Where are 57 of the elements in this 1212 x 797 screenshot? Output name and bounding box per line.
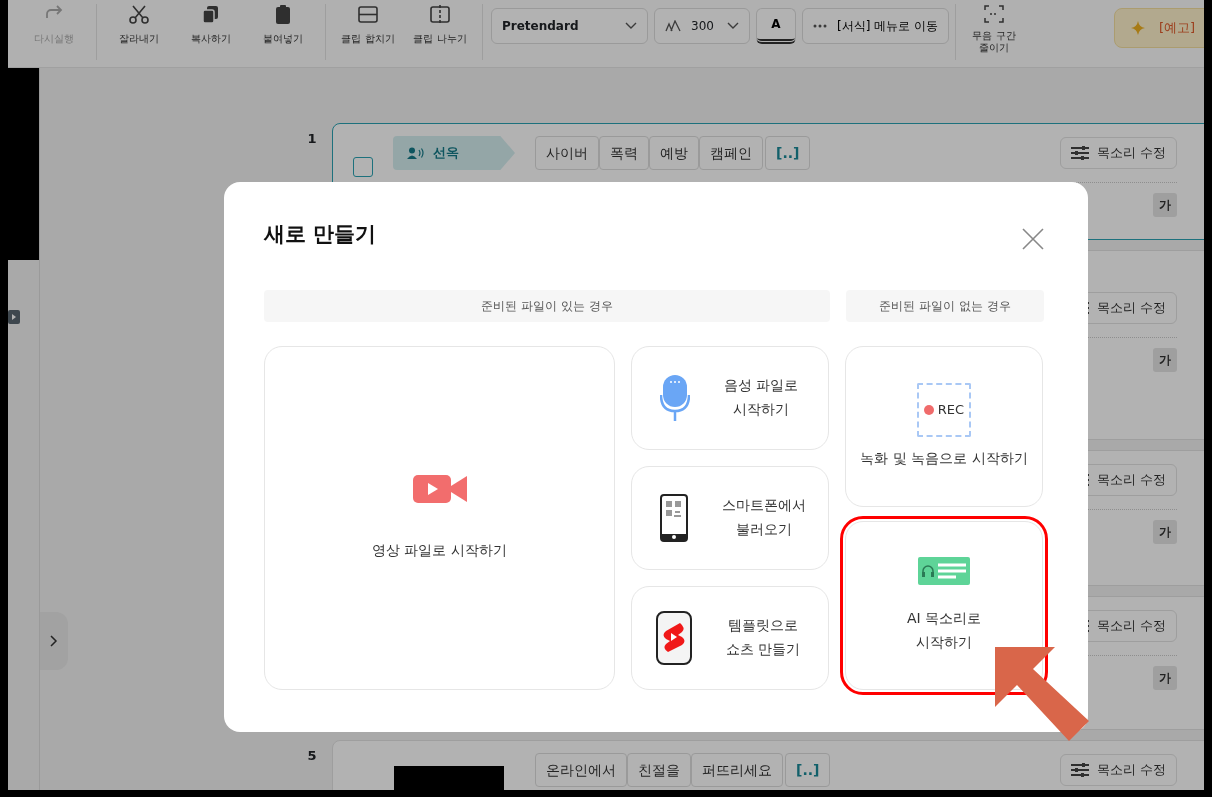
format-menu-button[interactable]: [서식] 메뉴로 이동 <box>802 8 949 44</box>
row-checkbox[interactable] <box>353 157 373 177</box>
toolbar-button[interactable]: 잘라내기 <box>103 0 175 46</box>
font-badge[interactable]: 가 <box>1153 666 1177 690</box>
word-chip[interactable]: 친절을 <box>627 753 691 787</box>
trim-silence-icon <box>983 4 1005 24</box>
word-chip[interactable]: 캠페인 <box>699 136 763 170</box>
silence-trim-button[interactable]: 무음 구간 줄이기 <box>962 0 1026 54</box>
word-chip[interactable]: 폭력 <box>599 136 649 170</box>
video-camera-icon <box>412 473 467 506</box>
play-tab-icon[interactable] <box>8 310 20 324</box>
font-size-icon <box>665 20 681 32</box>
microphone-icon <box>660 375 690 421</box>
voice-script-icon <box>918 556 970 585</box>
section-label: 준비된 파일이 없는 경우 <box>846 290 1044 322</box>
font-badge[interactable]: 가 <box>1153 348 1177 372</box>
rec-label: REC <box>937 400 965 419</box>
record-dot-icon <box>923 404 934 415</box>
close-button[interactable] <box>1022 226 1044 250</box>
more-icon <box>813 24 827 28</box>
toolbar-button[interactable]: 클립 나누기 <box>404 0 476 46</box>
qr-phone-icon <box>660 494 688 542</box>
speaker-icon <box>407 147 425 159</box>
toolbar-button[interactable]: 클립 합치기 <box>332 0 404 46</box>
font-size-select[interactable]: 300 <box>654 8 750 44</box>
start-option[interactable]: 음성 파일로 시작하기 <box>631 346 829 450</box>
section-label: 준비된 파일이 있는 경우 <box>264 290 830 322</box>
start-option[interactable]: 템플릿으로 쇼츠 만들기 <box>631 586 829 690</box>
logo-phone-icon <box>656 611 692 665</box>
toolbar-button[interactable]: 복사하기 <box>175 0 247 46</box>
text-color-button[interactable]: A <box>756 8 796 44</box>
close-icon <box>1022 227 1044 250</box>
word-chip[interactable]: 온라인에서 <box>535 753 627 787</box>
chevron-down-icon <box>727 22 739 30</box>
word-chip[interactable]: 예방 <box>649 136 699 170</box>
chevron-down-icon <box>625 22 637 30</box>
sliders-icon <box>1070 763 1089 777</box>
scissors-icon <box>128 4 150 25</box>
chevron-right-icon <box>50 635 58 647</box>
sparkle-icon <box>1131 21 1145 35</box>
start-option[interactable]: 영상 파일로 시작하기 <box>264 346 615 690</box>
font-badge[interactable]: 가 <box>1153 193 1177 217</box>
start-option[interactable]: 스마트폰에서 불러오기 <box>631 466 829 570</box>
sliders-icon <box>1070 146 1089 160</box>
font-select[interactable]: Pretendard <box>491 8 648 44</box>
script-row-card[interactable]: 온라인에서 친절을 퍼뜨리세요 [..] 목소리 수정 <box>332 740 1204 790</box>
toolbar-button[interactable]: 붙여넣기 <box>247 0 319 46</box>
word-chip[interactable]: 퍼뜨리세요 <box>691 753 783 787</box>
start-option[interactable]: REC 녹화 및 녹음으로 시작하기 <box>845 346 1043 508</box>
expand-handle[interactable] <box>40 612 68 670</box>
voice-edit-button[interactable]: 목소리 수정 <box>1059 754 1177 786</box>
font-badge[interactable]: 가 <box>1153 520 1177 544</box>
split-clip-icon <box>429 4 451 25</box>
merge-clip-icon <box>357 4 379 25</box>
row-number: 5 <box>306 747 318 765</box>
voice-edit-button[interactable]: 목소리 수정 <box>1059 137 1177 169</box>
word-chip[interactable]: 사이버 <box>535 136 599 170</box>
